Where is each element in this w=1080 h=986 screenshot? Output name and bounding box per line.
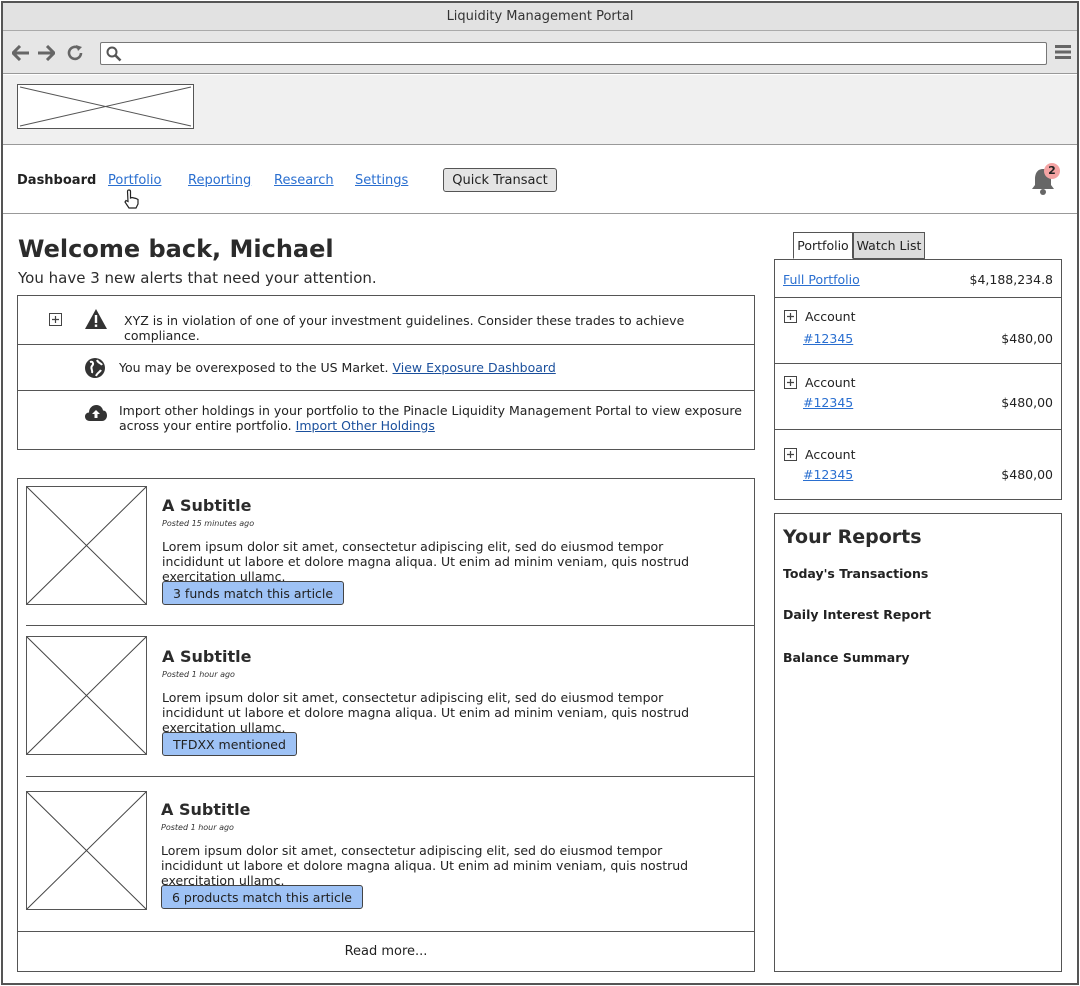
account-amount: $480,00 bbox=[1001, 331, 1053, 346]
alert-text: XYZ is in violation of one of your inves… bbox=[124, 313, 685, 343]
full-portfolio-row: Full Portfolio $4,188,234.8 bbox=[775, 260, 1061, 298]
report-balance-summary[interactable]: Balance Summary bbox=[783, 650, 910, 665]
address-bar bbox=[3, 31, 1077, 74]
window-title: Liquidity Management Portal bbox=[3, 3, 1077, 31]
expand-plus-icon[interactable] bbox=[784, 310, 797, 323]
alert-message: You may be overexposed to the US Market. bbox=[119, 360, 389, 375]
cloud-upload-icon bbox=[85, 405, 107, 421]
header-banner bbox=[3, 75, 1077, 145]
full-portfolio-link[interactable]: Full Portfolio bbox=[783, 272, 860, 287]
top-navigation: Dashboard Portfolio Reporting Research S… bbox=[3, 146, 1077, 214]
quick-transact-button[interactable]: Quick Transact bbox=[443, 168, 557, 192]
hand-cursor-icon bbox=[124, 189, 140, 209]
nav-reporting[interactable]: Reporting bbox=[188, 173, 251, 188]
search-icon bbox=[106, 46, 122, 62]
portfolio-panel: Full Portfolio $4,188,234.8 Account #123… bbox=[774, 259, 1062, 500]
import-other-holdings-link[interactable]: Import Other Holdings bbox=[296, 418, 435, 433]
alert-text: You may be overexposed to the US Market.… bbox=[119, 360, 556, 375]
account-label: Account bbox=[805, 447, 856, 462]
news-feed: A Subtitle Posted 15 minutes ago Lorem i… bbox=[17, 478, 755, 972]
alert-text: Import other holdings in your portfolio … bbox=[119, 403, 749, 433]
alerts-summary: You have 3 new alerts that need your att… bbox=[18, 269, 377, 287]
globe-icon bbox=[85, 358, 105, 378]
article-tag-button[interactable]: 6 products match this article bbox=[161, 885, 363, 909]
alert-item: XYZ is in violation of one of your inves… bbox=[18, 296, 754, 345]
full-portfolio-amount: $4,188,234.8 bbox=[969, 272, 1054, 287]
alerts-panel: XYZ is in violation of one of your inves… bbox=[17, 295, 755, 450]
article-card: A Subtitle Posted 1 hour ago Lorem ipsum… bbox=[26, 777, 754, 931]
forward-arrow-icon[interactable] bbox=[36, 43, 56, 63]
article-timestamp: Posted 1 hour ago bbox=[162, 670, 235, 679]
warning-icon bbox=[85, 309, 107, 329]
tab-watch-list[interactable]: Watch List bbox=[853, 232, 925, 259]
article-timestamp: Posted 15 minutes ago bbox=[162, 519, 255, 528]
nav-research[interactable]: Research bbox=[274, 173, 334, 188]
account-number-link[interactable]: #12345 bbox=[803, 331, 853, 346]
alert-item: You may be overexposed to the US Market.… bbox=[18, 345, 754, 391]
expand-plus-icon[interactable] bbox=[784, 376, 797, 389]
read-more-link[interactable]: Read more... bbox=[18, 931, 754, 971]
url-input[interactable] bbox=[127, 45, 1027, 62]
account-number-link[interactable]: #12345 bbox=[803, 467, 853, 482]
reload-icon[interactable] bbox=[65, 43, 85, 63]
view-exposure-dashboard-link[interactable]: View Exposure Dashboard bbox=[392, 360, 555, 375]
article-title: A Subtitle bbox=[162, 647, 252, 666]
article-title: A Subtitle bbox=[162, 496, 252, 515]
reports-title: Your Reports bbox=[783, 526, 922, 548]
article-tag-button[interactable]: TFDXX mentioned bbox=[162, 732, 297, 756]
account-row: Account #12345 $480,00 bbox=[775, 364, 1061, 430]
article-timestamp: Posted 1 hour ago bbox=[161, 823, 234, 832]
nav-portfolio[interactable]: Portfolio bbox=[108, 173, 161, 188]
account-row: Account #12345 $480,00 bbox=[775, 430, 1061, 501]
nav-dashboard[interactable]: Dashboard bbox=[17, 173, 96, 188]
url-field[interactable] bbox=[100, 42, 1047, 65]
logo-placeholder-image bbox=[17, 84, 194, 129]
nav-settings[interactable]: Settings bbox=[355, 173, 408, 188]
tab-portfolio[interactable]: Portfolio bbox=[793, 232, 853, 259]
back-arrow-icon[interactable] bbox=[11, 43, 31, 63]
article-thumbnail-image bbox=[26, 636, 147, 755]
page-title: Welcome back, Michael bbox=[18, 235, 334, 263]
account-number-link[interactable]: #12345 bbox=[803, 395, 853, 410]
article-tag-button[interactable]: 3 funds match this article bbox=[162, 581, 345, 605]
account-label: Account bbox=[805, 375, 856, 390]
reports-panel: Your Reports Today's Transactions Daily … bbox=[774, 513, 1062, 972]
article-thumbnail-image bbox=[26, 791, 147, 910]
article-card: A Subtitle Posted 15 minutes ago Lorem i… bbox=[26, 479, 754, 626]
account-row: Account #12345 $480,00 bbox=[775, 298, 1061, 364]
account-amount: $480,00 bbox=[1001, 467, 1053, 482]
account-label: Account bbox=[805, 309, 856, 324]
notification-badge: 2 bbox=[1044, 163, 1060, 179]
hamburger-menu-icon[interactable] bbox=[1055, 44, 1071, 60]
browser-window: Liquidity Management Portal Dashboard Po… bbox=[1, 1, 1079, 985]
alert-item: Import other holdings in your portfolio … bbox=[18, 391, 754, 449]
article-body: Lorem ipsum dolor sit amet, consectetur … bbox=[162, 539, 690, 584]
article-title: A Subtitle bbox=[161, 800, 251, 819]
article-body: Lorem ipsum dolor sit amet, consectetur … bbox=[162, 690, 690, 735]
expand-plus-icon[interactable] bbox=[784, 448, 797, 461]
expand-plus-icon[interactable] bbox=[49, 313, 62, 326]
article-card: A Subtitle Posted 1 hour ago Lorem ipsum… bbox=[26, 626, 754, 777]
account-amount: $480,00 bbox=[1001, 395, 1053, 410]
article-body: Lorem ipsum dolor sit amet, consectetur … bbox=[161, 843, 689, 888]
article-thumbnail-image bbox=[26, 486, 147, 605]
report-daily-interest[interactable]: Daily Interest Report bbox=[783, 607, 931, 622]
report-todays-transactions[interactable]: Today's Transactions bbox=[783, 566, 928, 581]
